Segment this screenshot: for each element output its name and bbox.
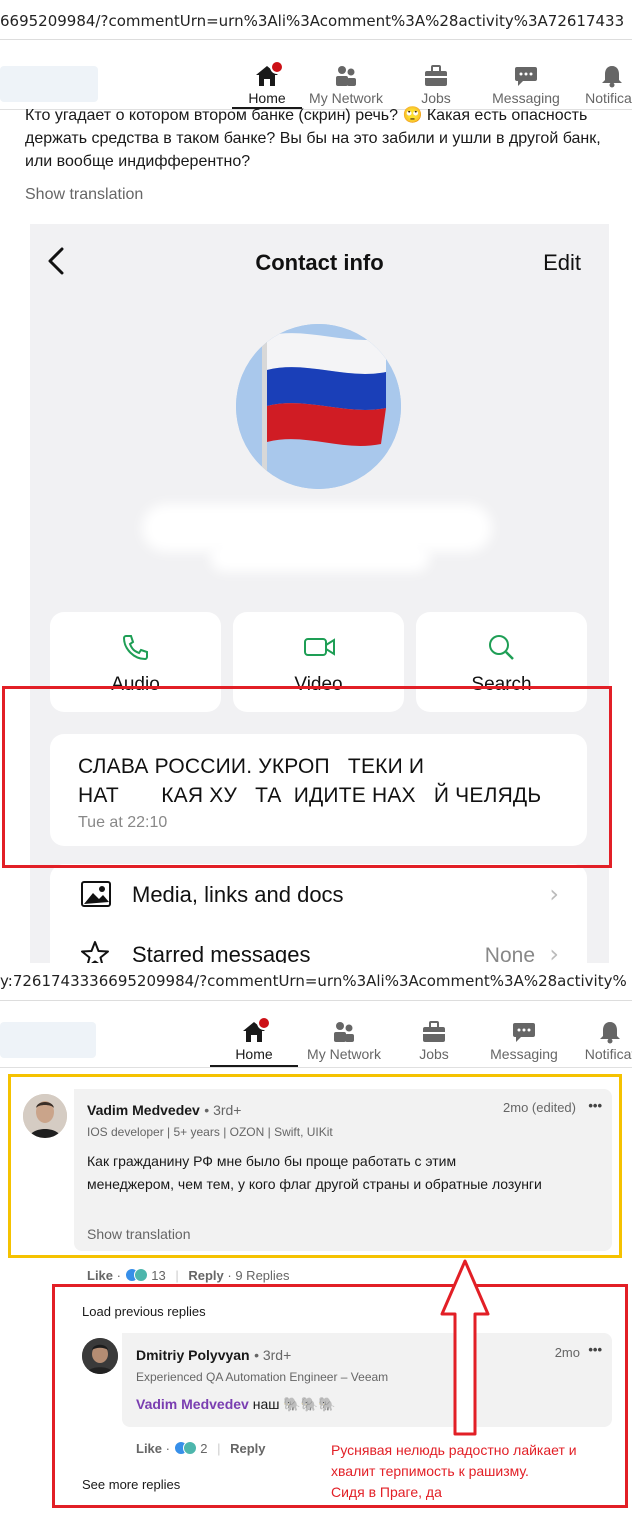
starred-messages-row: Starred messages None › [50,924,587,966]
nav-messaging[interactable]: Messaging [488,1010,560,1067]
messaging-icon [513,64,539,88]
url-text: y:7261743336695209984/?commentUrn=urn%3A… [0,972,627,990]
linkedin-nav-top: Home My Network Jobs Messaging Notificat… [0,54,632,110]
network-icon [333,64,359,88]
nav-messaging[interactable]: Messaging [490,54,562,109]
edit-label: Edit [543,250,581,275]
nav-home-label: Home [235,1046,273,1062]
yellow-highlight-comment [8,1074,622,1258]
nav-notifications-label: Notificat [584,1046,632,1062]
nav-network[interactable]: My Network [304,1010,384,1067]
search-icon [489,635,514,660]
media-row-label: Media, links and docs [132,882,344,907]
image-icon [81,881,111,907]
bell-icon [597,1020,623,1044]
video-icon [304,638,335,656]
nav-jobs[interactable]: Jobs [406,54,466,109]
search-input[interactable] [0,1022,96,1058]
nav-home[interactable]: Home [232,54,302,109]
media-links-docs-row: Media, links and docs › [50,864,587,924]
comment-actions: Like · 13 | Reply · 9 Replies [87,1268,290,1283]
media-list-card: Media, links and docs › Starred messages… [50,864,587,966]
home-icon [241,1016,271,1044]
bell-icon [599,64,625,88]
linkedin-nav-bottom: Home My Network Jobs Messaging Notificat [0,1010,632,1068]
address-bar-top[interactable]: 6695209984/?commentUrn=urn%3Ali%3Acommen… [0,0,632,40]
nav-jobs-label: Jobs [419,1046,449,1062]
nav-network-label: My Network [307,1046,381,1062]
network-icon [331,1020,357,1044]
url-text: 6695209984/?commentUrn=urn%3Ali%3Acommen… [0,12,625,30]
briefcase-icon [421,1020,447,1044]
up-arrow-icon [440,1259,490,1436]
search-input[interactable] [0,66,98,102]
separator: · [227,1268,232,1283]
replies-count[interactable]: 9 Replies [235,1268,289,1283]
home-icon [254,60,284,88]
nav-notifications[interactable]: Notificat [575,1010,632,1067]
nav-messaging-label: Messaging [490,1046,558,1062]
briefcase-icon [423,64,449,88]
messaging-icon [511,1020,537,1044]
red-highlight-replies [52,1284,628,1508]
nav-jobs[interactable]: Jobs [404,1010,464,1067]
like-button[interactable]: Like [87,1268,113,1283]
flag-avatar [236,324,401,489]
separator: · [116,1268,121,1283]
post-text: Кто угадает о котором втором банке (скри… [25,107,601,170]
celebrate-reaction-icon [133,1268,148,1282]
redacted-phone [210,542,430,572]
phone-icon [122,635,148,661]
reaction-count[interactable]: 13 [151,1268,165,1283]
reply-button[interactable]: Reply [188,1268,223,1283]
nav-network[interactable]: My Network [306,54,386,109]
contact-info-title: Contact info [255,250,384,275]
show-translation-link[interactable]: Show translation [25,186,143,204]
red-highlight-status [2,686,612,868]
nav-home[interactable]: Home [210,1010,298,1067]
address-bar-bottom[interactable]: y:7261743336695209984/?commentUrn=urn%3A… [0,963,632,1001]
nav-notifications[interactable]: Notificati [577,54,632,109]
chevron-right-icon: › [549,880,559,908]
